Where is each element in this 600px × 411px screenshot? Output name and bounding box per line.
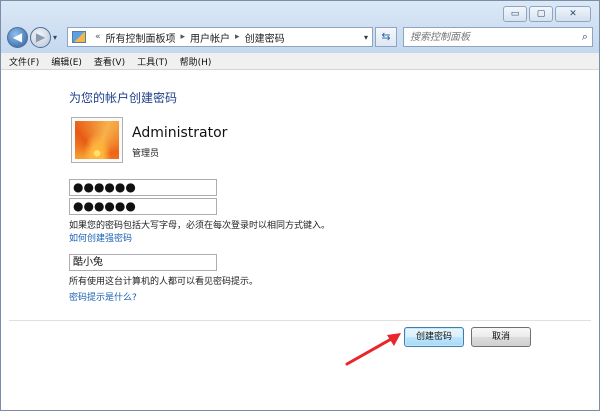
create-password-button[interactable]: 创建密码 [404, 327, 464, 347]
window-chrome: ▭ ▢ ✕ ◀ ▶ ▾ « 所有控制面板项 ▸ 用户帐户 ▸ 创建密码 ▾ ⇆ [1, 1, 599, 54]
user-role: 管理员 [132, 149, 160, 159]
breadcrumb-create-password[interactable]: 创建密码 [245, 30, 285, 45]
control-panel-icon [72, 31, 86, 43]
minimize-button[interactable]: ▭ [503, 6, 527, 22]
cancel-button[interactable]: 取消 [471, 327, 531, 347]
menu-tools[interactable]: 工具(T) [137, 55, 168, 68]
password-hint-field[interactable]: 酷小兔 [69, 254, 217, 271]
flower-avatar-image [75, 121, 119, 159]
navigation-bar: ◀ ▶ ▾ « 所有控制面板项 ▸ 用户帐户 ▸ 创建密码 ▾ ⇆ ⌕ [7, 26, 593, 48]
menu-bar: 文件(F) 编辑(E) 查看(V) 工具(T) 帮助(H) [1, 53, 599, 70]
page-title: 为您的帐户创建密码 [69, 91, 178, 105]
address-bar[interactable]: « 所有控制面板项 ▸ 用户帐户 ▸ 创建密码 ▾ [67, 27, 373, 47]
forward-button[interactable]: ▶ [30, 26, 51, 48]
menu-view[interactable]: 查看(V) [94, 55, 125, 68]
new-password-field[interactable]: ●●●●●● [69, 179, 217, 196]
search-box[interactable]: ⌕ [403, 27, 593, 47]
strong-password-link[interactable]: 如何创建强密码 [69, 231, 132, 244]
menu-help[interactable]: 帮助(H) [180, 55, 212, 68]
close-button[interactable]: ✕ [555, 6, 591, 22]
breadcrumb-all-control-panel-items[interactable]: 所有控制面板项 [106, 30, 176, 45]
back-button[interactable]: ◀ [7, 26, 28, 48]
user-avatar [71, 117, 123, 163]
menu-file[interactable]: 文件(F) [9, 55, 39, 68]
annotation-arrow-icon [345, 333, 401, 366]
caption-buttons: ▭ ▢ ✕ [503, 6, 591, 22]
confirm-password-field[interactable]: ●●●●●● [69, 198, 217, 215]
breadcrumb-separator[interactable]: ▸ [235, 32, 240, 42]
maximize-button[interactable]: ▢ [529, 6, 553, 22]
content-area: 为您的帐户创建密码 Administrator 管理员 ●●●●●● ●●●●●… [1, 71, 599, 410]
search-icon[interactable]: ⌕ [582, 30, 588, 44]
breadcrumb-user-accounts[interactable]: 用户帐户 [190, 30, 230, 45]
recent-pages-dropdown[interactable]: ▾ [53, 33, 63, 42]
user-name: Administrator [132, 125, 228, 141]
search-input[interactable] [408, 30, 582, 44]
breadcrumb-overflow[interactable]: « [95, 32, 101, 42]
password-hint-link[interactable]: 密码提示是什么? [69, 290, 137, 303]
breadcrumb-separator[interactable]: ▸ [181, 32, 186, 42]
address-dropdown-icon[interactable]: ▾ [364, 33, 368, 42]
case-sensitivity-note: 如果您的密码包括大写字母，必须在每次登录时以相同方式键入。 [69, 221, 331, 231]
hint-visibility-note: 所有使用这台计算机的人都可以看见密码提示。 [69, 277, 259, 287]
refresh-button[interactable]: ⇆ [375, 27, 397, 47]
menu-edit[interactable]: 编辑(E) [51, 55, 82, 68]
create-password-window: ▭ ▢ ✕ ◀ ▶ ▾ « 所有控制面板项 ▸ 用户帐户 ▸ 创建密码 ▾ ⇆ [0, 0, 600, 411]
divider [9, 320, 591, 321]
